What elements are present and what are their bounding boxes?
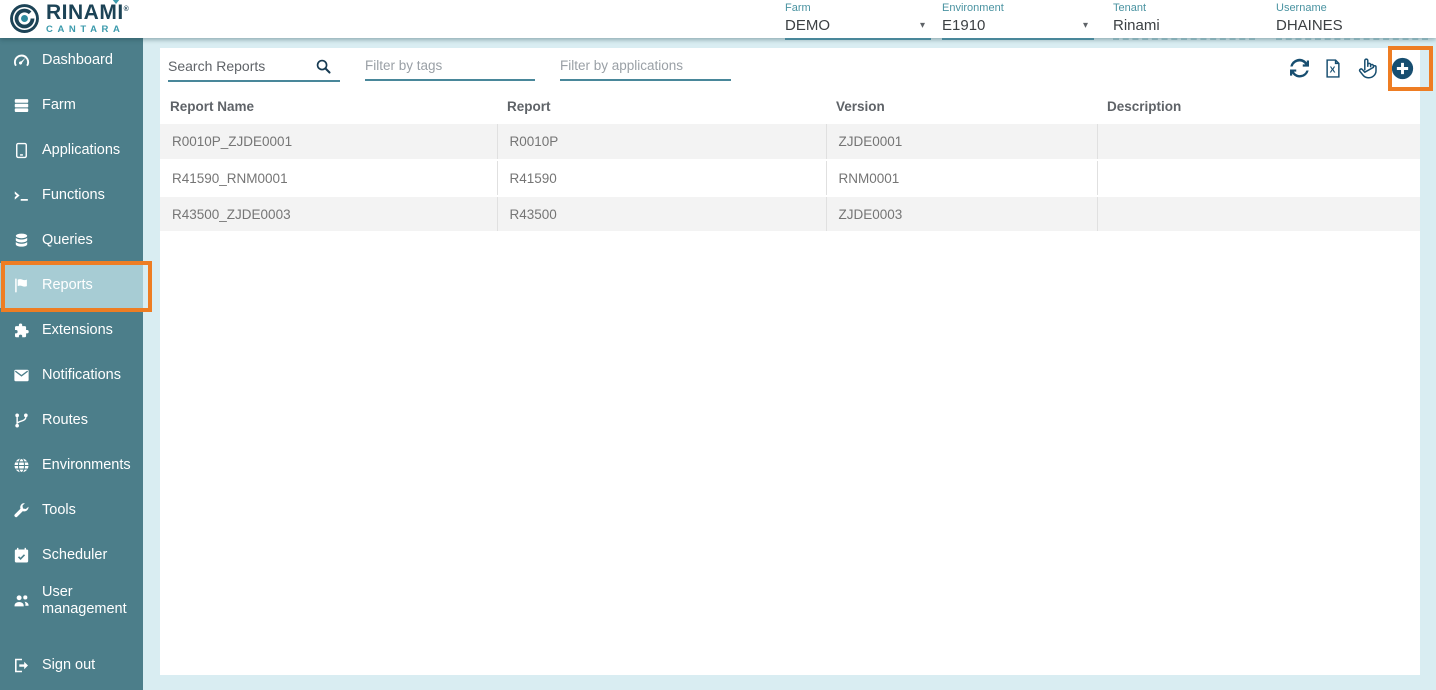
reports-table: Report NameReportVersionDescription R001…: [160, 88, 1420, 233]
users-icon: [12, 591, 34, 610]
toolbar-actions: X: [1288, 55, 1415, 81]
sidebar-item-user-management[interactable]: User management: [0, 578, 143, 623]
header-field-farm: Farm DEMO ▾: [785, 2, 931, 40]
field-label: Username: [1276, 2, 1428, 14]
excel-export-icon: X: [1322, 57, 1344, 80]
sidebar-item-environments[interactable]: Environments: [0, 443, 143, 488]
sidebar-item-notifications[interactable]: Notifications: [0, 353, 143, 398]
sidebar-item-applications[interactable]: Applications: [0, 128, 143, 173]
search-icon: [314, 57, 333, 76]
tablet-icon: [12, 141, 34, 160]
header-field-environment: Environment E1910 ▾: [942, 2, 1094, 40]
terminal-icon: [12, 186, 34, 205]
database-icon: [12, 231, 34, 250]
brand-name: RINAMI®: [46, 2, 129, 23]
filter-tags-field: [365, 54, 535, 81]
header-field-tenant: Tenant Rinami: [1113, 2, 1255, 40]
refresh-icon: [1288, 57, 1311, 80]
tenant-value: Rinami: [1113, 15, 1255, 40]
table-cell: R41590: [497, 160, 826, 196]
table-cell: ZJDE0001: [826, 124, 1097, 160]
table-cell: R43500: [497, 196, 826, 232]
field-label: Environment: [942, 2, 1094, 14]
sidebar-item-tools[interactable]: Tools: [0, 488, 143, 533]
puzzle-icon: [12, 321, 34, 340]
add-report-button[interactable]: [1390, 55, 1415, 81]
globe-icon: [12, 456, 34, 475]
envelope-icon: [12, 366, 34, 385]
server-icon: [12, 96, 34, 115]
brand-subname: CANTARA: [46, 25, 129, 35]
field-value: DEMO: [785, 17, 830, 34]
search-button[interactable]: [314, 56, 333, 78]
table-cell: [1097, 160, 1420, 196]
column-header-report: Report: [497, 88, 826, 124]
table-cell: RNM0001: [826, 160, 1097, 196]
table-row[interactable]: R41590_RNM0001R41590RNM0001: [160, 160, 1420, 196]
gauge-icon: [12, 51, 34, 70]
export-excel-button[interactable]: X: [1322, 55, 1344, 81]
calendar-check-icon: [12, 546, 34, 565]
sidebar: Dashboard Farm Applications Functions Qu…: [0, 38, 143, 690]
search-input[interactable]: [168, 54, 314, 80]
table-row[interactable]: R43500_ZJDE0003R43500ZJDE0003: [160, 196, 1420, 232]
table-cell: [1097, 124, 1420, 160]
dropdown-arrow-icon: ▾: [1083, 20, 1092, 31]
top-header: RINAMI® CANTARA Farm DEMO ▾ Environment …: [0, 0, 1436, 38]
field-value: DHAINES: [1276, 17, 1343, 34]
dropdown-arrow-icon: ▾: [920, 20, 929, 31]
add-icon: [1390, 56, 1415, 81]
search-field: [168, 54, 340, 82]
sidebar-item-scheduler[interactable]: Scheduler: [0, 533, 143, 578]
environment-select[interactable]: E1910 ▾: [942, 15, 1094, 40]
reports-panel: X Report NameReportVersionDescription R0…: [160, 48, 1420, 675]
sidebar-item-sign-out[interactable]: Sign out: [0, 643, 143, 688]
wrench-icon: [12, 501, 34, 520]
refresh-button[interactable]: [1288, 55, 1311, 81]
table-cell: ZJDE0003: [826, 196, 1097, 232]
sidebar-item-functions[interactable]: Functions: [0, 173, 143, 218]
sidebar-item-dashboard[interactable]: Dashboard: [0, 38, 143, 83]
hand-pointer-icon: [1355, 56, 1379, 80]
filter-applications-input[interactable]: [560, 54, 731, 79]
brand-logo-icon: [8, 2, 41, 35]
table-cell: R0010P_ZJDE0001: [160, 124, 497, 160]
column-header-version: Version: [826, 88, 1097, 124]
field-value: Rinami: [1113, 17, 1160, 34]
table-cell: R43500_ZJDE0003: [160, 196, 497, 232]
column-header-report-name: Report Name: [160, 88, 497, 124]
sign-out-icon: [12, 656, 34, 675]
sidebar-item-reports[interactable]: Reports: [0, 263, 143, 308]
reports-toolbar: X: [160, 48, 1420, 88]
table-cell: [1097, 196, 1420, 232]
table-cell: R0010P: [497, 124, 826, 160]
sidebar-item-farm[interactable]: Farm: [0, 83, 143, 128]
flag-icon: [12, 276, 34, 295]
svg-text:X: X: [1330, 64, 1336, 74]
brand-i-mark-icon: [112, 0, 120, 4]
table-row[interactable]: R0010P_ZJDE0001R0010PZJDE0001: [160, 124, 1420, 160]
field-label: Farm: [785, 2, 931, 14]
sidebar-item-routes[interactable]: Routes: [0, 398, 143, 443]
column-header-description: Description: [1097, 88, 1420, 124]
sidebar-item-extensions[interactable]: Extensions: [0, 308, 143, 353]
branch-icon: [12, 411, 34, 430]
field-value: E1910: [942, 17, 985, 34]
farm-select[interactable]: DEMO ▾: [785, 15, 931, 40]
sidebar-nav: Dashboard Farm Applications Functions Qu…: [0, 38, 143, 623]
sidebar-item-queries[interactable]: Queries: [0, 218, 143, 263]
username-value: DHAINES: [1276, 15, 1428, 40]
brand-logo: RINAMI® CANTARA: [8, 2, 129, 35]
field-label: Tenant: [1113, 2, 1255, 14]
filter-applications-field: [560, 54, 731, 81]
table-header-row: Report NameReportVersionDescription: [160, 88, 1420, 124]
header-field-username: Username DHAINES: [1276, 2, 1428, 40]
table-cell: R41590_RNM0001: [160, 160, 497, 196]
hand-pointer-button[interactable]: [1355, 55, 1379, 81]
filter-tags-input[interactable]: [365, 54, 535, 79]
